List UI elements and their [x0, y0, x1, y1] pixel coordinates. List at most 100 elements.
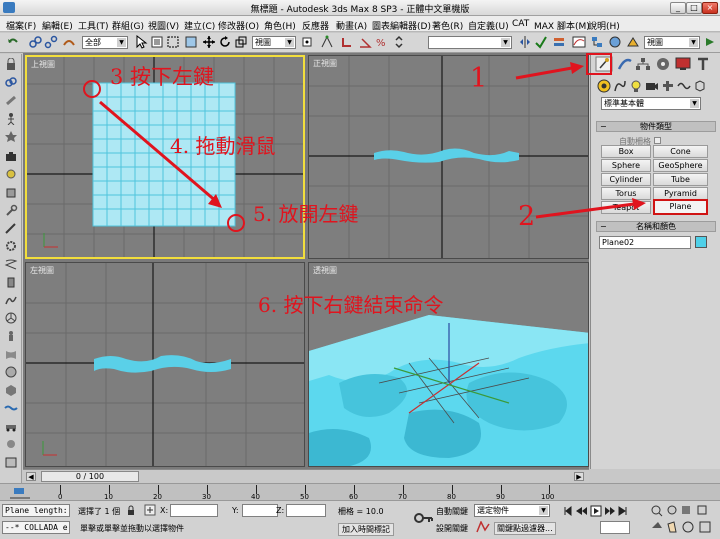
viewport-render-dropdown[interactable]: 視圖 ▼ — [644, 36, 700, 49]
playback-controls[interactable] — [563, 505, 633, 517]
quick-render-icon[interactable] — [703, 35, 717, 49]
current-frame-field[interactable] — [600, 521, 630, 534]
menu-group[interactable]: 群組(G) — [112, 19, 144, 32]
track-bar-ruler[interactable]: 0 10 20 30 40 50 60 70 80 90 100 — [58, 485, 554, 501]
region-select-icon[interactable] — [166, 35, 180, 49]
bone-icon[interactable] — [4, 94, 18, 107]
menu-customize[interactable]: 自定義(U) — [468, 19, 509, 32]
systems-icon[interactable] — [693, 79, 707, 93]
prev-frame-icon[interactable]: ◀ — [26, 472, 36, 481]
hinge-icon[interactable] — [4, 276, 18, 289]
preview-icon[interactable] — [4, 456, 18, 469]
move-icon[interactable] — [202, 35, 216, 49]
z-coordinate-field[interactable] — [286, 504, 326, 517]
ragdoll-icon[interactable] — [4, 330, 18, 343]
spinner-snap-icon[interactable] — [392, 35, 406, 49]
menu-graph-editors[interactable]: 圖表編輯器(D) — [372, 19, 431, 32]
selection-filter-dropdown[interactable]: 全部 ▼ — [82, 36, 128, 49]
lock-icon[interactable] — [4, 58, 18, 71]
create-tab-icon[interactable] — [595, 56, 613, 72]
viewport-front-label[interactable]: 正視圖 — [313, 58, 337, 69]
bind-spacewarp-icon[interactable] — [62, 35, 76, 49]
absolute-mode-icon[interactable] — [144, 504, 156, 516]
toy-car-icon[interactable] — [4, 438, 18, 451]
menu-cat[interactable]: CAT — [512, 19, 529, 29]
maximize-button[interactable]: □ — [686, 2, 702, 14]
cone-button[interactable]: Cone — [653, 145, 708, 158]
plane-button[interactable]: Plane — [653, 199, 708, 215]
menu-modifiers[interactable]: 修改器(O) — [218, 19, 259, 32]
render-scene-icon[interactable] — [626, 35, 640, 49]
next-frame-icon[interactable]: ▶ — [574, 472, 584, 481]
car-icon[interactable] — [4, 420, 18, 433]
geometry-icon[interactable] — [597, 79, 611, 93]
torus-button[interactable]: Torus — [601, 187, 651, 200]
menu-rendering[interactable]: 著色(R) — [432, 19, 463, 32]
select-object-icon[interactable] — [134, 35, 148, 49]
select-manipulate-icon[interactable] — [320, 35, 334, 49]
cylinder-button[interactable]: Cylinder — [601, 173, 651, 186]
gear-icon[interactable] — [4, 240, 18, 253]
maxscript-listener-bottom[interactable]: --* COLLADA e — [2, 521, 70, 534]
link-icon[interactable] — [4, 76, 18, 89]
lights-icon[interactable] — [629, 79, 643, 93]
motion-tab-icon[interactable] — [655, 57, 671, 71]
person-icon[interactable] — [4, 112, 18, 125]
key-filters-button[interactable]: 關鍵點過濾器... — [494, 522, 556, 535]
menu-character[interactable]: 角色(H) — [264, 19, 296, 32]
menu-create[interactable]: 建立(C) — [184, 19, 215, 32]
y-coordinate-field[interactable] — [242, 504, 278, 517]
snap-icon[interactable] — [340, 35, 354, 49]
viewport-top-label[interactable]: 上視圖 — [31, 59, 55, 70]
track-bar[interactable]: 0 10 20 30 40 50 60 70 80 90 100 — [0, 483, 720, 501]
percent-snap-icon[interactable]: % — [374, 35, 388, 49]
align-icon[interactable] — [534, 35, 548, 49]
viewport-front[interactable]: 正視圖 — [308, 55, 589, 259]
undo-icon[interactable] — [6, 35, 20, 49]
autogrid-check-box[interactable] — [653, 137, 661, 144]
auto-key-button[interactable]: 自動關鍵 — [436, 506, 468, 517]
menu-tools[interactable]: 工具(T) — [78, 19, 109, 32]
menu-edit[interactable]: 編輯(E) — [42, 19, 73, 32]
menu-maxscript[interactable]: MAX 腳本(M) — [534, 19, 590, 32]
angle-snap-icon[interactable] — [358, 35, 372, 49]
spacewarps-icon[interactable] — [677, 79, 691, 93]
helpers-icon[interactable] — [661, 79, 675, 93]
mirror-icon[interactable] — [518, 35, 532, 49]
menu-views[interactable]: 視圖(V) — [148, 19, 179, 32]
maxscript-listener-top[interactable]: Plane length: — [2, 504, 70, 517]
viewport-left-label[interactable]: 左視圖 — [30, 265, 54, 276]
geosphere-button[interactable]: GeoSphere — [653, 159, 708, 172]
box-icon[interactable] — [4, 186, 18, 199]
key-selection-dropdown[interactable]: 選定物件 ▼ — [474, 504, 550, 517]
rotate-icon[interactable] — [218, 35, 232, 49]
shapes-icon[interactable] — [613, 79, 627, 93]
viewport-navigation-controls[interactable] — [650, 504, 718, 536]
water-icon[interactable] — [4, 402, 18, 415]
box-button[interactable]: Box — [601, 145, 651, 158]
key-mode-icon[interactable] — [476, 521, 490, 533]
layer-manager-icon[interactable] — [552, 35, 566, 49]
viewport-perspective-label[interactable]: 透視圖 — [313, 265, 337, 276]
pivot-center-icon[interactable] — [300, 35, 314, 49]
cloth-icon[interactable] — [4, 348, 18, 361]
minimize-button[interactable]: _ — [670, 2, 686, 14]
window-crossing-icon[interactable] — [184, 35, 198, 49]
modify-tab-icon[interactable] — [617, 57, 633, 71]
star-icon[interactable] — [4, 130, 18, 143]
scale-icon[interactable] — [234, 35, 248, 49]
menu-help[interactable]: 說明(H) — [588, 19, 620, 32]
object-type-rollout-header[interactable]: − 物件類型 — [596, 121, 716, 132]
menu-animation[interactable]: 動畫(A) — [336, 19, 367, 32]
fan-icon[interactable] — [4, 312, 18, 325]
tools-icon[interactable] — [4, 222, 18, 235]
set-key-button[interactable]: 設開關鍵 — [436, 523, 468, 534]
rigidbody-icon[interactable] — [4, 384, 18, 397]
reference-coord-dropdown[interactable]: 視圖 ▼ — [252, 36, 296, 49]
add-time-tag[interactable]: 加入時間標記 — [338, 523, 394, 536]
named-selection-dropdown[interactable]: ▼ — [428, 36, 512, 49]
hierarchy-tab-icon[interactable] — [635, 57, 651, 71]
rope-icon[interactable] — [4, 294, 18, 307]
spring-icon[interactable] — [4, 258, 18, 271]
softbody-icon[interactable] — [4, 366, 18, 379]
